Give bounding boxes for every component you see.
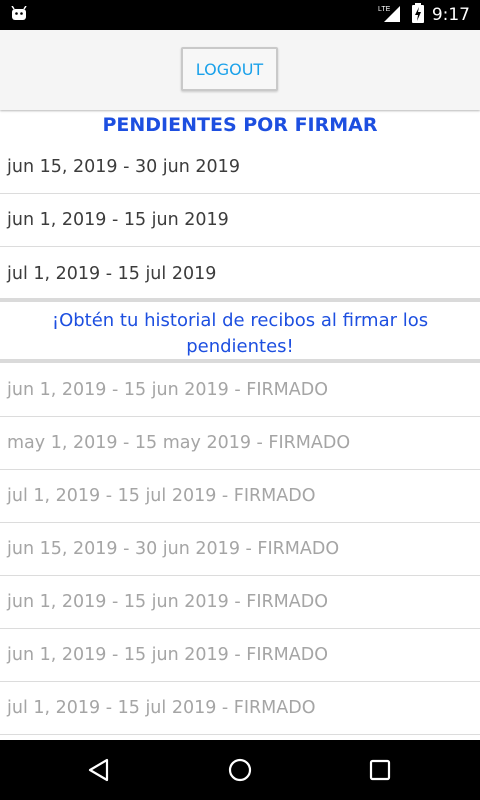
logout-button[interactable]: LOGOUT	[181, 47, 278, 91]
pending-item-label: jun 15, 2019 - 30 jun 2019	[7, 157, 240, 177]
pending-section-title: PENDIENTES POR FIRMAR	[102, 114, 378, 136]
signed-item-label: jun 1, 2019 - 15 jun 2019 - FIRMADO	[7, 380, 328, 400]
pending-item-label: jun 1, 2019 - 15 jun 2019	[7, 210, 229, 230]
pending-item-label: jul 1, 2019 - 15 jul 2019	[7, 263, 217, 284]
signed-list-item[interactable]: jun 1, 2019 - 15 jun 2019 - FIRMADO	[0, 629, 480, 682]
status-icons: LTE 9:17	[378, 0, 470, 30]
recents-icon[interactable]	[369, 759, 391, 785]
lte-label: LTE	[378, 6, 391, 13]
back-icon[interactable]	[86, 757, 112, 787]
app-header: LOGOUT	[0, 30, 480, 110]
signed-list-item[interactable]: jul 1, 2019 - 15 jul 2019 - FIRMADO	[0, 682, 480, 735]
signed-item-label: may 1, 2019 - 15 may 2019 - FIRMADO	[7, 433, 351, 453]
signed-list-item[interactable]: jun 1, 2019 - 15 jun 2019 - FIRMADO	[0, 364, 480, 417]
signed-list-item[interactable]: may 1, 2019 - 15 may 2019 - FIRMADO	[0, 417, 480, 470]
status-time: 9:17	[431, 5, 470, 25]
pending-list-item[interactable]: jul 1, 2019 - 15 jul 2019	[0, 247, 480, 300]
signed-list-item[interactable]: jun 1, 2019 - 15 jun 2019 - FIRMADO	[0, 576, 480, 629]
android-icon	[10, 5, 28, 26]
section-divider	[0, 359, 480, 363]
signed-list-item[interactable]: jun 15, 2019 - 30 jun 2019 - FIRMADO	[0, 523, 480, 576]
lte-signal-icon: LTE	[378, 3, 404, 27]
signed-item-label: jun 1, 2019 - 15 jun 2019 - FIRMADO	[7, 645, 328, 665]
signed-list-item[interactable]: jul 1, 2019 - 15 jul 2019 - FIRMADO	[0, 470, 480, 523]
battery-charging-icon	[411, 3, 424, 27]
navigation-bar	[0, 740, 480, 800]
signed-item-label: jul 1, 2019 - 15 jul 2019 - FIRMADO	[7, 698, 316, 718]
signed-item-label: jun 1, 2019 - 15 jun 2019 - FIRMADO	[7, 592, 328, 612]
signed-item-label: jul 1, 2019 - 15 jul 2019 - FIRMADO	[7, 486, 316, 506]
home-icon[interactable]	[227, 757, 253, 787]
status-bar: LTE 9:17	[0, 0, 480, 30]
pending-list-item[interactable]: jun 15, 2019 - 30 jun 2019	[0, 141, 480, 194]
history-notice: ¡Obtén tu historial de recibos al firmar…	[51, 310, 429, 357]
pending-list-item[interactable]: jun 1, 2019 - 15 jun 2019	[0, 194, 480, 247]
signed-item-label: jun 15, 2019 - 30 jun 2019 - FIRMADO	[7, 539, 340, 559]
section-divider	[0, 298, 480, 302]
